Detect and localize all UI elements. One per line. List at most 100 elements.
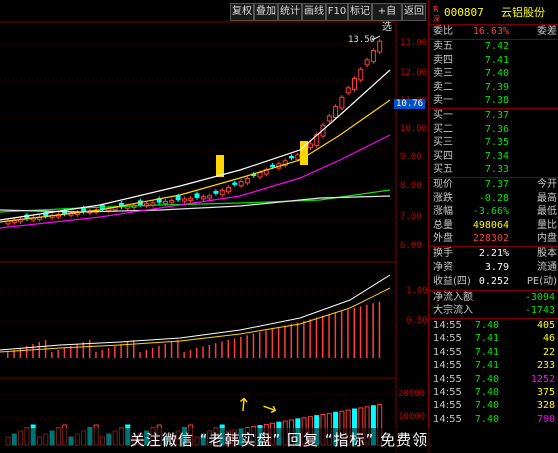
candle-body [238, 180, 244, 187]
indicator-bar [139, 352, 141, 358]
candle-body [270, 164, 276, 168]
stock-header[interactable]: R 深 000807 云铝股份 [431, 5, 557, 23]
candle-body [326, 115, 332, 122]
quote-row: 外盘 228302 内盘 [431, 232, 557, 246]
indicator-bar [164, 344, 166, 358]
indicator-bar [63, 348, 66, 358]
candle-body [207, 195, 213, 199]
bid-row: 买二 7.36 [431, 123, 557, 137]
kline-chart[interactable]: 13.50 [0, 0, 428, 453]
quote-label2: 最高 [537, 192, 557, 204]
tick-price: 7.41 [474, 333, 499, 345]
tick-price: 7.40 [474, 400, 499, 412]
ask-label: 卖一 [433, 95, 453, 107]
tick-row: 14:55 7.40 790 [431, 413, 557, 427]
candle-body [364, 59, 370, 66]
quote-label: 总量 [433, 219, 453, 231]
ask-price: 7.38 [484, 95, 509, 107]
ask-price: 7.42 [484, 41, 509, 52]
ask-row: 卖五 7.42 [431, 40, 557, 54]
tick-row: 14:55 7.41 46 [431, 332, 557, 346]
indicator-bar [271, 328, 274, 358]
toolbar-button-1[interactable]: 叠加 [254, 3, 278, 21]
indicator-bar [252, 333, 255, 358]
candle-body [244, 178, 250, 184]
bid-row: 买四 7.34 [431, 150, 557, 164]
indicator-bar [57, 350, 59, 358]
tick-time: 14:55 [433, 320, 462, 331]
indicator-bar [309, 319, 311, 358]
bid-price: 7.37 [484, 110, 509, 121]
quote-label: 外盘 [433, 233, 453, 245]
price-axis-label: 7.00 [400, 212, 422, 222]
tick-volume: 405 [536, 320, 555, 331]
indicator-bar [76, 344, 78, 358]
tick-time: 14:55 [433, 413, 462, 425]
indicator-bar [296, 322, 299, 358]
indicator-bar [7, 352, 9, 358]
tick-row: 14:55 7.40 1252 [431, 373, 557, 387]
indicator-bar [32, 344, 34, 358]
ask-row: 卖一 7.38 [431, 94, 557, 108]
candle-body [295, 154, 301, 160]
quote-label2: 今开 [537, 179, 557, 190]
ask-price: 7.41 [484, 54, 509, 66]
tick-volume: 790 [536, 413, 555, 425]
stat-label2: 流通 [537, 262, 557, 273]
toolbar-button-5[interactable]: 标记 [348, 3, 372, 21]
indicator-bar [82, 342, 85, 358]
ask-price: 7.39 [484, 81, 509, 93]
bid-price: 7.36 [484, 123, 509, 135]
price-axis-label: 9.00 [400, 152, 422, 162]
toolbar-button-3[interactable]: 画线 [302, 3, 326, 21]
quote-label: 涨幅 [433, 206, 453, 218]
indicator-bar [240, 336, 242, 358]
ask-price: 7.40 [484, 68, 509, 80]
quote-panel: R 深 000807 云铝股份 委比 16.63% 委差 卖五 7.42 卖四 7.4… [428, 0, 558, 453]
quote-row: 现价 7.37 今开 [431, 178, 557, 192]
tick-time: 14:55 [433, 387, 462, 398]
tick-price: 7.41 [474, 360, 499, 372]
ask-label: 卖三 [433, 68, 453, 80]
tick-price: 7.40 [474, 373, 499, 385]
indicator-axis-label: 1.00 [406, 286, 428, 296]
tick-volume: 22 [542, 346, 555, 358]
candle-body [358, 68, 364, 81]
indicator-bar [196, 348, 198, 358]
tick-price: 7.40 [474, 320, 499, 331]
indicator-bar [158, 346, 160, 358]
flow-label: 净流入额 [433, 292, 473, 303]
bid-row: 买一 7.37 [431, 109, 557, 123]
quote-row: 总量 498064 量比 [431, 219, 557, 233]
candle-body [339, 96, 345, 109]
toolbar-button-4[interactable]: F10 [326, 3, 348, 21]
ask-row: 卖二 7.39 [431, 81, 557, 95]
toolbar-button-0[interactable]: 复权 [230, 3, 254, 21]
candle-body [377, 40, 383, 53]
toolbar-button-2[interactable]: 统计 [278, 3, 302, 21]
flow-label: 大宗流入 [433, 305, 473, 316]
indicator-bar [183, 352, 185, 358]
tick-volume: 1252 [530, 373, 555, 385]
ask-label: 卖五 [433, 41, 453, 52]
candle-body [370, 50, 376, 62]
candle-body [307, 143, 313, 149]
indicator-bar [246, 335, 248, 358]
volume-axis-label: 10000 [398, 412, 426, 422]
indicator-bar [19, 348, 22, 358]
tick-row: 14:55 7.40 375 [431, 386, 557, 400]
quote-value: -0.28 [478, 192, 509, 204]
candle-body [188, 197, 194, 201]
stat-row: 收益(四) 0.252 PE(动) [431, 275, 557, 289]
indicator-bar [133, 340, 135, 358]
indicator-bar [221, 341, 223, 358]
indicator-bar [290, 324, 292, 358]
candle-body [219, 189, 225, 196]
bid-row: 买五 7.33 [431, 163, 557, 177]
candle-body [232, 182, 238, 185]
stat-label: 换手 [433, 248, 453, 259]
bid-label: 买二 [433, 123, 453, 135]
bid-label: 买一 [433, 110, 453, 121]
price-axis-label: 10.00 [400, 124, 428, 134]
price-axis-label: 12.00 [400, 68, 428, 78]
